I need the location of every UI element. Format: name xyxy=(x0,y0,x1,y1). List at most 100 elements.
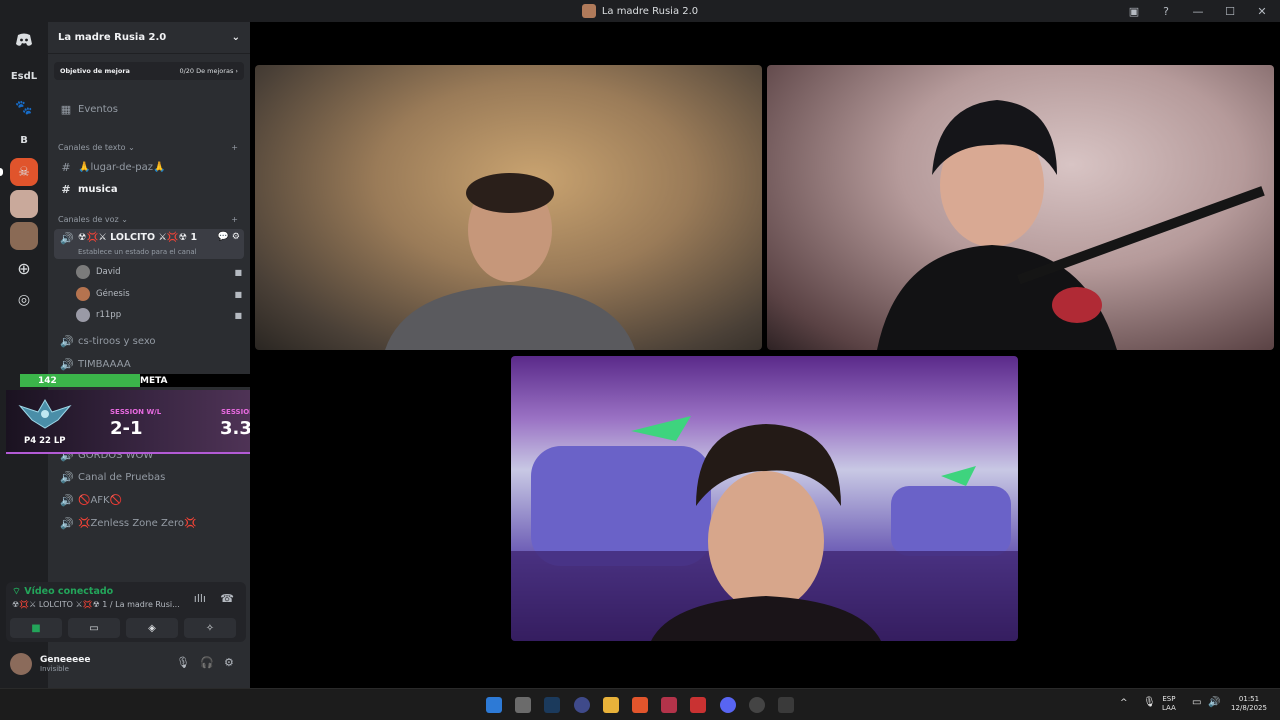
activities-button[interactable]: ◈ xyxy=(126,618,178,638)
user-status: Invisible xyxy=(40,665,69,673)
help-icon[interactable]: ? xyxy=(1158,3,1174,19)
mic-tray-icon[interactable]: 🎙 xyxy=(1143,698,1156,708)
boost-goal[interactable]: Objetivo de mejora 0/20 De mejoras › xyxy=(54,62,244,80)
camera-icon: ■ xyxy=(234,310,242,320)
minimize-button[interactable]: — xyxy=(1190,3,1206,19)
video-tile-r11pp[interactable] xyxy=(511,356,1018,641)
speaker-icon: 🔊 xyxy=(60,493,74,507)
rank-label: P4 22 LP xyxy=(24,436,66,446)
brave-icon[interactable] xyxy=(632,697,648,713)
guild-esdl[interactable]: EsdL xyxy=(10,62,38,90)
meta-current: 142 xyxy=(38,375,57,386)
screen-share-icon[interactable]: ▣ xyxy=(1126,3,1142,19)
voice-channel-pruebas[interactable]: 🔊 Canal de Pruebas xyxy=(54,467,244,487)
video-tile-genesis[interactable] xyxy=(767,65,1274,350)
speaker-icon: 🔊 xyxy=(60,232,74,245)
task-view-icon[interactable] xyxy=(515,697,531,713)
voice-user-genesis[interactable]: Génesis ■ xyxy=(76,285,242,303)
meta-label: META xyxy=(140,375,168,386)
boost-value: 0/20 De mejoras xyxy=(179,67,234,75)
voice-channel-afk[interactable]: 🔊 🚫AFK🚫 xyxy=(54,490,244,510)
participant-figure xyxy=(877,100,1265,350)
signal-icon: ⌔ xyxy=(12,586,21,597)
disconnect-icon[interactable]: ☎ xyxy=(220,592,234,605)
camera-toggle-button[interactable]: ■ xyxy=(10,618,62,638)
hash-icon: # xyxy=(61,182,71,196)
voice-channel-timba[interactable]: 🔊 TIMBAAAA xyxy=(54,354,244,374)
add-channel-icon[interactable]: + xyxy=(231,215,238,224)
clock[interactable]: 01:51 12/8/2025 xyxy=(1228,695,1270,713)
channel-lugar-de-paz[interactable]: # 🙏lugar-de-paz🙏 xyxy=(54,157,244,177)
video-stage xyxy=(250,22,1280,688)
participant-figure xyxy=(511,416,1018,641)
session-wl-label: SESSION W/L xyxy=(110,408,162,416)
maximize-button[interactable]: ☐ xyxy=(1222,3,1238,19)
discord-home-icon[interactable] xyxy=(10,26,38,54)
voice-connection-panel: ⌔ Vídeo conectado ☢💢⚔ LOLCITO ⚔💢☢ 1 / La… xyxy=(6,582,246,642)
speaker-icon: 🔊 xyxy=(60,357,74,371)
capture-app-icon[interactable] xyxy=(778,697,794,713)
chevron-up-icon[interactable]: ^ xyxy=(1120,699,1128,708)
obs-icon[interactable] xyxy=(749,697,765,713)
game-launcher-icon[interactable] xyxy=(661,697,677,713)
close-button[interactable]: ✕ xyxy=(1254,3,1270,19)
screen-share-button[interactable]: ▭ xyxy=(68,618,120,638)
discover-icon[interactable]: ◎ xyxy=(10,286,38,314)
voice-channel-cs[interactable]: 🔊 cs-tiroos y sexo xyxy=(54,331,244,351)
session-wl-value: 2-1 xyxy=(110,418,143,439)
server-icon xyxy=(581,4,596,18)
app-icon[interactable] xyxy=(690,697,706,713)
headphones-icon[interactable]: 🎧 xyxy=(200,656,214,669)
avatar xyxy=(76,265,90,279)
hash-icon: # xyxy=(61,160,71,174)
speaker-icon: 🔊 xyxy=(60,470,74,484)
rank-emblem-icon xyxy=(18,399,72,429)
camera-icon: ■ xyxy=(234,267,242,277)
voice-status: ⌔ Vídeo conectado xyxy=(12,586,114,597)
soundboard-button[interactable]: ✧ xyxy=(184,618,236,638)
voice-channel-path[interactable]: ☢💢⚔ LOLCITO ⚔💢☢ 1 / La madre Rusi... xyxy=(12,600,192,609)
microphone-icon[interactable]: 🎙 xyxy=(176,656,190,669)
speaker-icon: 🔊 xyxy=(60,334,74,348)
user-avatar[interactable] xyxy=(10,653,32,675)
user-panel: Geneeeee Invisible 🎙 🎧 ⚙ xyxy=(6,646,246,682)
start-icon[interactable] xyxy=(486,697,502,713)
video-tile-david[interactable] xyxy=(255,65,762,350)
channel-musica[interactable]: # musica xyxy=(54,179,244,199)
chevron-down-icon: ⌄ xyxy=(231,32,240,43)
calendar-icon: ▦ xyxy=(60,102,72,116)
window-title: La madre Rusia 2.0 xyxy=(601,5,699,17)
noise-suppression-icon[interactable]: ıllı xyxy=(194,592,206,605)
guild-skull[interactable]: ☠ xyxy=(10,158,38,186)
guild-b[interactable]: B xyxy=(10,126,38,154)
channel-status-hint[interactable]: Establece un estado para el canal xyxy=(78,248,197,256)
add-channel-icon[interactable]: + xyxy=(231,143,238,152)
avatar xyxy=(76,287,90,301)
settings-icon[interactable]: ⚙ xyxy=(224,656,234,669)
voice-category[interactable]: Canales de voz ⌄ + xyxy=(58,215,238,224)
settings-app-icon[interactable] xyxy=(574,697,590,713)
voice-user-david[interactable]: David ■ xyxy=(76,263,242,281)
participant-figure xyxy=(385,173,635,350)
voice-user-r11pp[interactable]: r11pp ■ xyxy=(76,306,242,324)
user-name[interactable]: Geneeeee xyxy=(40,655,90,665)
boost-label: Objetivo de mejora xyxy=(60,67,130,75)
events-item[interactable]: ▦ Eventos xyxy=(54,99,244,119)
channel-actions-icon[interactable]: 💬 ⚙ xyxy=(218,232,240,242)
voice-channel-zenless[interactable]: 🔊 💢Zenless Zone Zero💢 xyxy=(54,513,244,533)
server-header[interactable]: La madre Rusia 2.0 ⌄ xyxy=(48,22,250,54)
camera-icon: ■ xyxy=(234,289,242,299)
network-icon[interactable]: ▭ xyxy=(1192,698,1201,708)
steam-icon[interactable] xyxy=(544,697,560,713)
title-bar: La madre Rusia 2.0 ▣ ? — ☐ ✕ xyxy=(0,0,1280,22)
volume-icon[interactable]: 🔊 xyxy=(1208,698,1220,708)
add-server-icon[interactable]: ⊕ xyxy=(10,254,38,282)
guild-paw[interactable]: 🐾 xyxy=(10,94,38,122)
guild-la-madre-rusia[interactable] xyxy=(10,190,38,218)
text-category[interactable]: Canales de texto ⌄ + xyxy=(58,143,238,152)
language-indicator[interactable]: ESP LAA xyxy=(1162,695,1176,713)
file-explorer-icon[interactable] xyxy=(603,697,619,713)
guild-avatar[interactable] xyxy=(10,222,38,250)
guild-pill xyxy=(0,168,3,176)
discord-taskbar-icon[interactable] xyxy=(720,697,736,713)
